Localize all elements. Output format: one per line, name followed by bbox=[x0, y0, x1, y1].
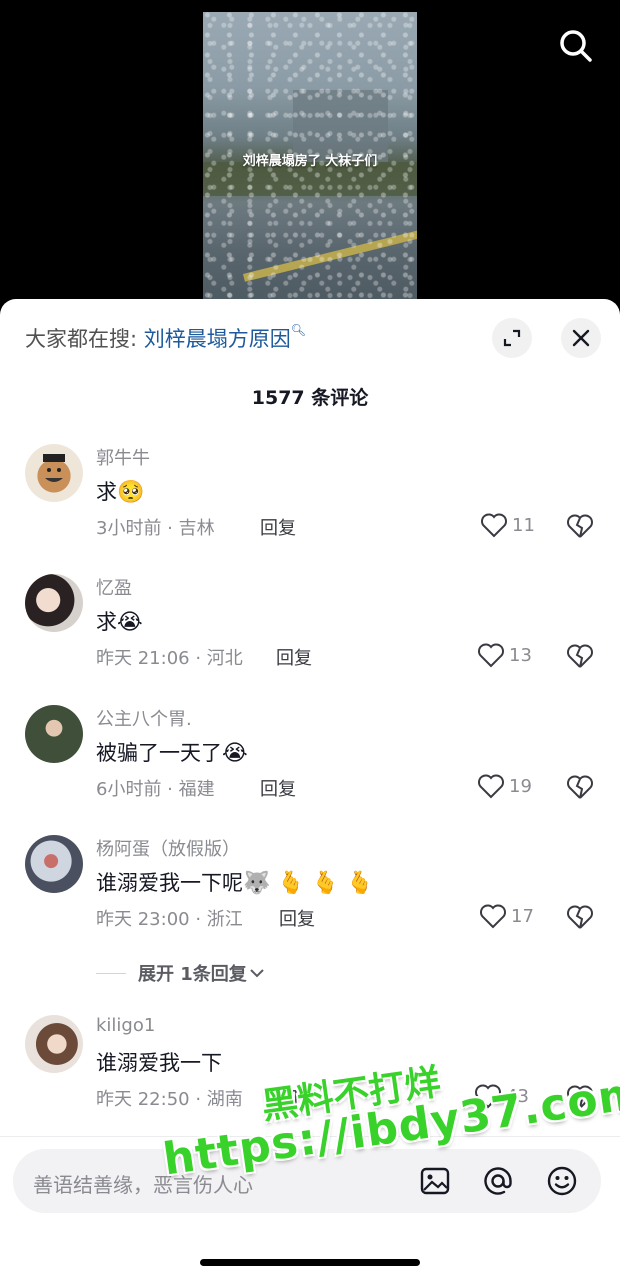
heart-outline-icon bbox=[481, 513, 507, 538]
reply-button[interactable]: 回复 bbox=[276, 644, 312, 670]
close-button[interactable] bbox=[561, 318, 601, 358]
comment-emoji: 😭 bbox=[222, 741, 248, 766]
comment-meta: 昨天 21:06 · 河北 bbox=[96, 648, 243, 669]
comment-item: 公主八个胃. 被骗了一天了😭 6小时前 · 福建 回复 19 bbox=[0, 705, 620, 825]
comment-meta: 昨天 23:00 · 浙江 bbox=[96, 909, 243, 930]
comment-meta: 6小时前 · 福建 bbox=[96, 779, 215, 800]
image-button[interactable] bbox=[418, 1164, 452, 1198]
at-icon bbox=[484, 1167, 512, 1195]
comment-username[interactable]: 公主八个胃. bbox=[96, 705, 192, 731]
dislike-button[interactable] bbox=[566, 774, 594, 804]
broken-heart-icon bbox=[567, 644, 593, 668]
chevron-down-icon bbox=[250, 969, 264, 978]
comment-item: 杨阿蛋（放假版） 谁溺爱我一下呢🐺 🫰 🫰 🫰 昨天 23:00 · 浙江 回复… bbox=[0, 835, 620, 955]
search-icon bbox=[560, 30, 592, 62]
like-button[interactable]: 11 bbox=[480, 512, 535, 538]
comment-text: 求😭 bbox=[96, 610, 143, 635]
comment-username[interactable]: 郭牛牛 bbox=[96, 444, 150, 470]
comment-emoji: 😭 bbox=[117, 610, 143, 635]
comment-username[interactable]: 忆盈 bbox=[96, 574, 132, 600]
dislike-button[interactable] bbox=[566, 513, 594, 543]
comment-username[interactable]: kiligo1 bbox=[96, 1015, 155, 1036]
expand-replies-label: 展开 1条回复 bbox=[138, 964, 247, 985]
comment-emoji: 🐺 🫰 🫰 🫰 bbox=[243, 871, 374, 896]
like-count: 13 bbox=[509, 644, 532, 666]
avatar[interactable] bbox=[25, 574, 83, 632]
like-button[interactable]: 19 bbox=[477, 773, 532, 799]
hot-search-prefix: 大家都在搜: bbox=[25, 327, 144, 351]
image-icon bbox=[420, 1167, 450, 1195]
close-icon bbox=[572, 329, 590, 347]
video-thumbnail[interactable]: 刘梓晨塌房了 大袜子们 bbox=[203, 12, 417, 310]
reply-button[interactable]: 回复 bbox=[279, 905, 315, 931]
comment-username[interactable]: 杨阿蛋（放假版） bbox=[96, 835, 240, 861]
comment-text: 求🥺 bbox=[96, 480, 145, 505]
reply-button[interactable]: 回复 bbox=[260, 775, 296, 801]
dislike-button[interactable] bbox=[566, 904, 594, 934]
emoji-icon bbox=[547, 1166, 577, 1196]
hot-search-keyword[interactable]: 刘梓晨塌方原因 bbox=[144, 327, 291, 351]
comment-item: 郭牛牛 求🥺 3小时前 · 吉林 回复 11 bbox=[0, 444, 620, 564]
comment-count-title: 1577 条评论 bbox=[251, 387, 369, 409]
video-caption: 刘梓晨塌房了 大袜子们 bbox=[242, 154, 378, 169]
like-button[interactable]: 13 bbox=[477, 642, 532, 668]
comment-text: 谁溺爱我一下 bbox=[96, 1051, 222, 1075]
home-indicator[interactable] bbox=[200, 1259, 420, 1266]
comment-meta: 昨天 22:50 · 湖南 bbox=[96, 1089, 243, 1110]
avatar[interactable] bbox=[25, 444, 83, 502]
search-button[interactable] bbox=[556, 26, 596, 66]
like-count: 19 bbox=[509, 775, 532, 797]
comment-item: 忆盈 求😭 昨天 21:06 · 河北 回复 13 bbox=[0, 574, 620, 694]
comment-meta: 3小时前 · 吉林 bbox=[96, 518, 215, 539]
avatar[interactable] bbox=[25, 1015, 83, 1073]
avatar-cartoon-icon bbox=[43, 454, 65, 482]
like-count: 11 bbox=[512, 514, 535, 536]
reply-button[interactable]: 回复 bbox=[260, 514, 296, 540]
expand-replies-button[interactable]: 展开 1条回复 bbox=[96, 960, 265, 986]
expand-icon bbox=[503, 329, 521, 347]
comment-text: 谁溺爱我一下呢🐺 🫰 🫰 🫰 bbox=[96, 871, 374, 896]
broken-heart-icon bbox=[567, 905, 593, 929]
video-area[interactable]: 刘梓晨塌房了 大袜子们 bbox=[0, 0, 620, 310]
comment-text: 被骗了一天了😭 bbox=[96, 741, 248, 766]
small-search-icon: 🔍︎ bbox=[290, 323, 306, 337]
divider-line bbox=[96, 972, 126, 974]
avatar[interactable] bbox=[25, 705, 83, 763]
mention-button[interactable] bbox=[481, 1164, 515, 1198]
broken-heart-icon bbox=[567, 514, 593, 538]
broken-heart-icon bbox=[567, 775, 593, 799]
heart-outline-icon bbox=[478, 643, 504, 668]
dislike-button[interactable] bbox=[566, 643, 594, 673]
heart-outline-icon bbox=[478, 774, 504, 799]
hot-search-banner[interactable]: 大家都在搜: 刘梓晨塌方原因🔍︎ bbox=[25, 323, 306, 353]
avatar[interactable] bbox=[25, 835, 83, 893]
like-count: 17 bbox=[511, 905, 534, 927]
comment-emoji: 🥺 bbox=[117, 480, 145, 505]
like-button[interactable]: 17 bbox=[479, 903, 534, 929]
emoji-button[interactable] bbox=[545, 1164, 579, 1198]
expand-button[interactable] bbox=[492, 318, 532, 358]
heart-outline-icon bbox=[480, 904, 506, 929]
